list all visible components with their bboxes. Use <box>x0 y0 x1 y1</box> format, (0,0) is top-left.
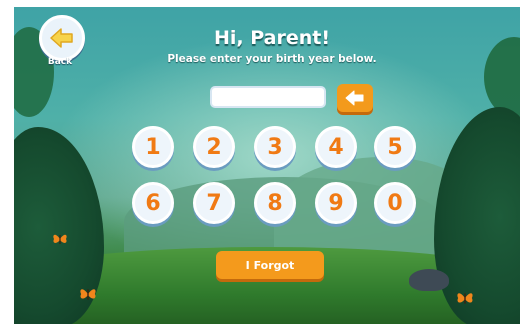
page-title: Hi, Parent! <box>213 27 330 49</box>
app-frame: Back Hi, Parent! Please enter your birth… <box>0 0 524 324</box>
key-5[interactable]: 5 <box>374 126 416 168</box>
butterfly-icon <box>53 234 67 244</box>
key-9[interactable]: 9 <box>315 182 357 224</box>
foliage-right <box>434 107 520 324</box>
foliage-right-top <box>484 37 520 117</box>
key-8[interactable]: 8 <box>254 182 296 224</box>
forgot-button[interactable]: I Forgot <box>216 251 324 279</box>
butterfly-icon <box>457 293 473 304</box>
key-2[interactable]: 2 <box>193 126 235 168</box>
key-7[interactable]: 7 <box>193 182 235 224</box>
key-0[interactable]: 0 <box>374 182 416 224</box>
butterfly-icon <box>80 289 96 300</box>
delete-button[interactable] <box>337 84 373 112</box>
rock <box>409 269 449 291</box>
back-button[interactable] <box>39 15 85 61</box>
backspace-arrow-icon <box>345 90 364 106</box>
key-4[interactable]: 4 <box>315 126 357 168</box>
page-subtitle: Please enter your birth year below. <box>167 53 377 65</box>
birth-year-display <box>210 86 326 108</box>
key-1[interactable]: 1 <box>132 126 174 168</box>
key-6[interactable]: 6 <box>132 182 174 224</box>
arrow-left-icon <box>50 28 73 48</box>
key-3[interactable]: 3 <box>254 126 296 168</box>
back-label: Back <box>47 57 73 67</box>
